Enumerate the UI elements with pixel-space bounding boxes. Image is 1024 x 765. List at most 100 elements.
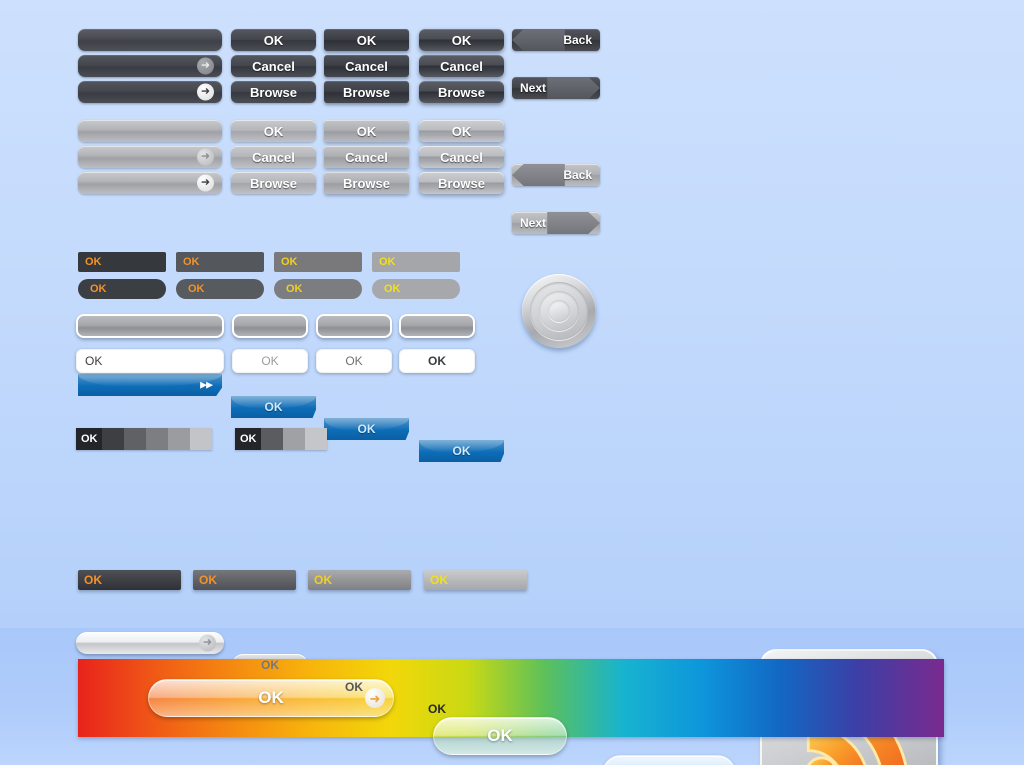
ok-button-light-square[interactable]: OK [324,120,409,142]
button-label: OK [264,400,283,414]
white-field-1[interactable]: OK [76,349,224,373]
rainbow-banner: OK ➜ OK OK OK [78,659,944,765]
rainbow-ok-button-2[interactable]: OK [433,717,567,755]
swatch-label: OK [286,283,303,295]
button-label: OK [357,422,376,436]
blue-angled-ok-1[interactable]: OK [231,396,316,418]
button-label: Back [563,33,592,47]
back-button-dark[interactable]: Back [512,29,600,51]
cancel-button-dark-square[interactable]: Cancel [324,55,409,77]
arrow-right-icon[interactable]: ➜ [197,83,214,101]
ok-button-dark-gloss[interactable]: OK [419,29,504,51]
button-label: OK [345,680,363,694]
silver-pill-1[interactable]: ➜ [76,632,224,654]
outlined-gray-button-4[interactable] [399,314,475,338]
next-button-dark[interactable]: Next [512,77,600,99]
field-value: OK [261,354,279,368]
outlined-gray-button-2[interactable] [232,314,308,338]
browse-button-dark-flat[interactable]: Browse [231,81,316,103]
swatch-label: OK [81,433,98,445]
white-field-2[interactable]: OK [232,349,308,373]
arrow-right-icon[interactable]: ➜ [197,148,214,166]
ok-swatch-pill-2[interactable]: OK [176,279,264,299]
chevron-left-icon [512,164,565,186]
swatch-cell [146,428,168,450]
button-label: Browse [343,175,390,191]
outlined-gray-button-3[interactable] [316,314,392,338]
swatch-label: OK [90,283,107,295]
browse-button-light-flat[interactable]: Browse [231,172,316,194]
swatch-label: OK [188,283,205,295]
white-field-4[interactable]: OK [399,349,475,373]
ok-button-light-gloss[interactable]: OK [419,120,504,142]
grayscale-strip-2: OK [235,428,327,450]
ok-button-dark-flat[interactable]: OK [231,29,316,51]
button-label: OK [261,658,279,672]
blue-angled-ok-3[interactable]: OK [419,440,504,462]
ok-swatch-rect-2[interactable]: OK [176,252,264,272]
browse-button-dark-gloss[interactable]: Browse [419,81,504,103]
ok-button-dark-square[interactable]: OK [324,29,409,51]
gray-ok-bar-2[interactable]: OK [193,570,296,590]
browse-button-light-gloss[interactable]: Browse [419,172,504,194]
swatch-cell [261,428,283,450]
gray-ok-bar-1[interactable]: OK [78,570,181,590]
cancel-button-dark-gloss[interactable]: Cancel [419,55,504,77]
metallic-knob[interactable] [522,274,596,348]
field-value: OK [428,354,446,368]
cancel-button-light-square[interactable]: Cancel [324,146,409,168]
arrow-right-icon[interactable]: ➜ [365,688,385,708]
button-label: Browse [250,175,297,191]
button-label: OK [430,573,448,587]
dark-input-bar-2[interactable]: ➜ [78,55,222,77]
dark-input-bar-3[interactable]: ➜ [78,81,222,103]
button-label: OK [263,32,284,48]
blue-angled-ok-2[interactable]: OK [324,418,409,440]
browse-button-dark-square[interactable]: Browse [324,81,409,103]
swatch-cell [124,428,146,450]
ok-swatch-rect-3[interactable]: OK [274,252,362,272]
button-label: Browse [250,84,297,100]
white-field-3[interactable]: OK [316,349,392,373]
dark-input-bar-1[interactable] [78,29,222,51]
chevron-right-icon [547,77,600,99]
light-input-bar-2[interactable]: ➜ [78,146,222,168]
chevron-right-icon [547,212,600,234]
light-input-bar-1[interactable] [78,120,222,142]
rainbow-ok-button-3[interactable]: OK [602,755,736,765]
blue-angled-bar-arrow[interactable]: ▶▶ [78,374,222,396]
button-label: OK [84,573,102,587]
knob-ring-inner [548,300,570,322]
button-label: Back [563,168,592,182]
ok-button-light-flat[interactable]: OK [231,120,316,142]
button-label: Browse [438,175,485,191]
swatch-cell: OK [76,428,102,450]
swatch-label: OK [183,256,200,268]
gray-ok-bar-3[interactable]: OK [308,570,411,590]
next-button-light[interactable]: Next [512,212,600,234]
light-input-bar-3[interactable]: ➜ [78,172,222,194]
ok-swatch-rect-4[interactable]: OK [372,252,460,272]
browse-button-light-square[interactable]: Browse [324,172,409,194]
gray-ok-bar-4[interactable]: OK [424,570,527,590]
arrow-right-icon[interactable]: ➜ [199,634,216,652]
button-label: OK [452,444,471,458]
swatch-label: OK [281,256,298,268]
button-label: OK [451,32,472,48]
swatch-label: OK [240,433,257,445]
double-arrow-right-icon: ▶▶ [200,379,213,390]
ok-swatch-pill-1[interactable]: OK [78,279,166,299]
button-label: Cancel [252,58,295,74]
cancel-button-light-flat[interactable]: Cancel [231,146,316,168]
cancel-button-dark-flat[interactable]: Cancel [231,55,316,77]
ok-swatch-pill-4[interactable]: OK [372,279,460,299]
cancel-button-light-gloss[interactable]: Cancel [419,146,504,168]
ok-swatch-rect-1[interactable]: OK [78,252,166,272]
button-label: OK [314,573,332,587]
back-button-light[interactable]: Back [512,164,600,186]
field-value: OK [85,354,103,368]
arrow-right-icon[interactable]: ➜ [197,174,214,192]
outlined-gray-button-1[interactable] [76,314,224,338]
ok-swatch-pill-3[interactable]: OK [274,279,362,299]
arrow-right-icon[interactable]: ➜ [197,57,214,75]
